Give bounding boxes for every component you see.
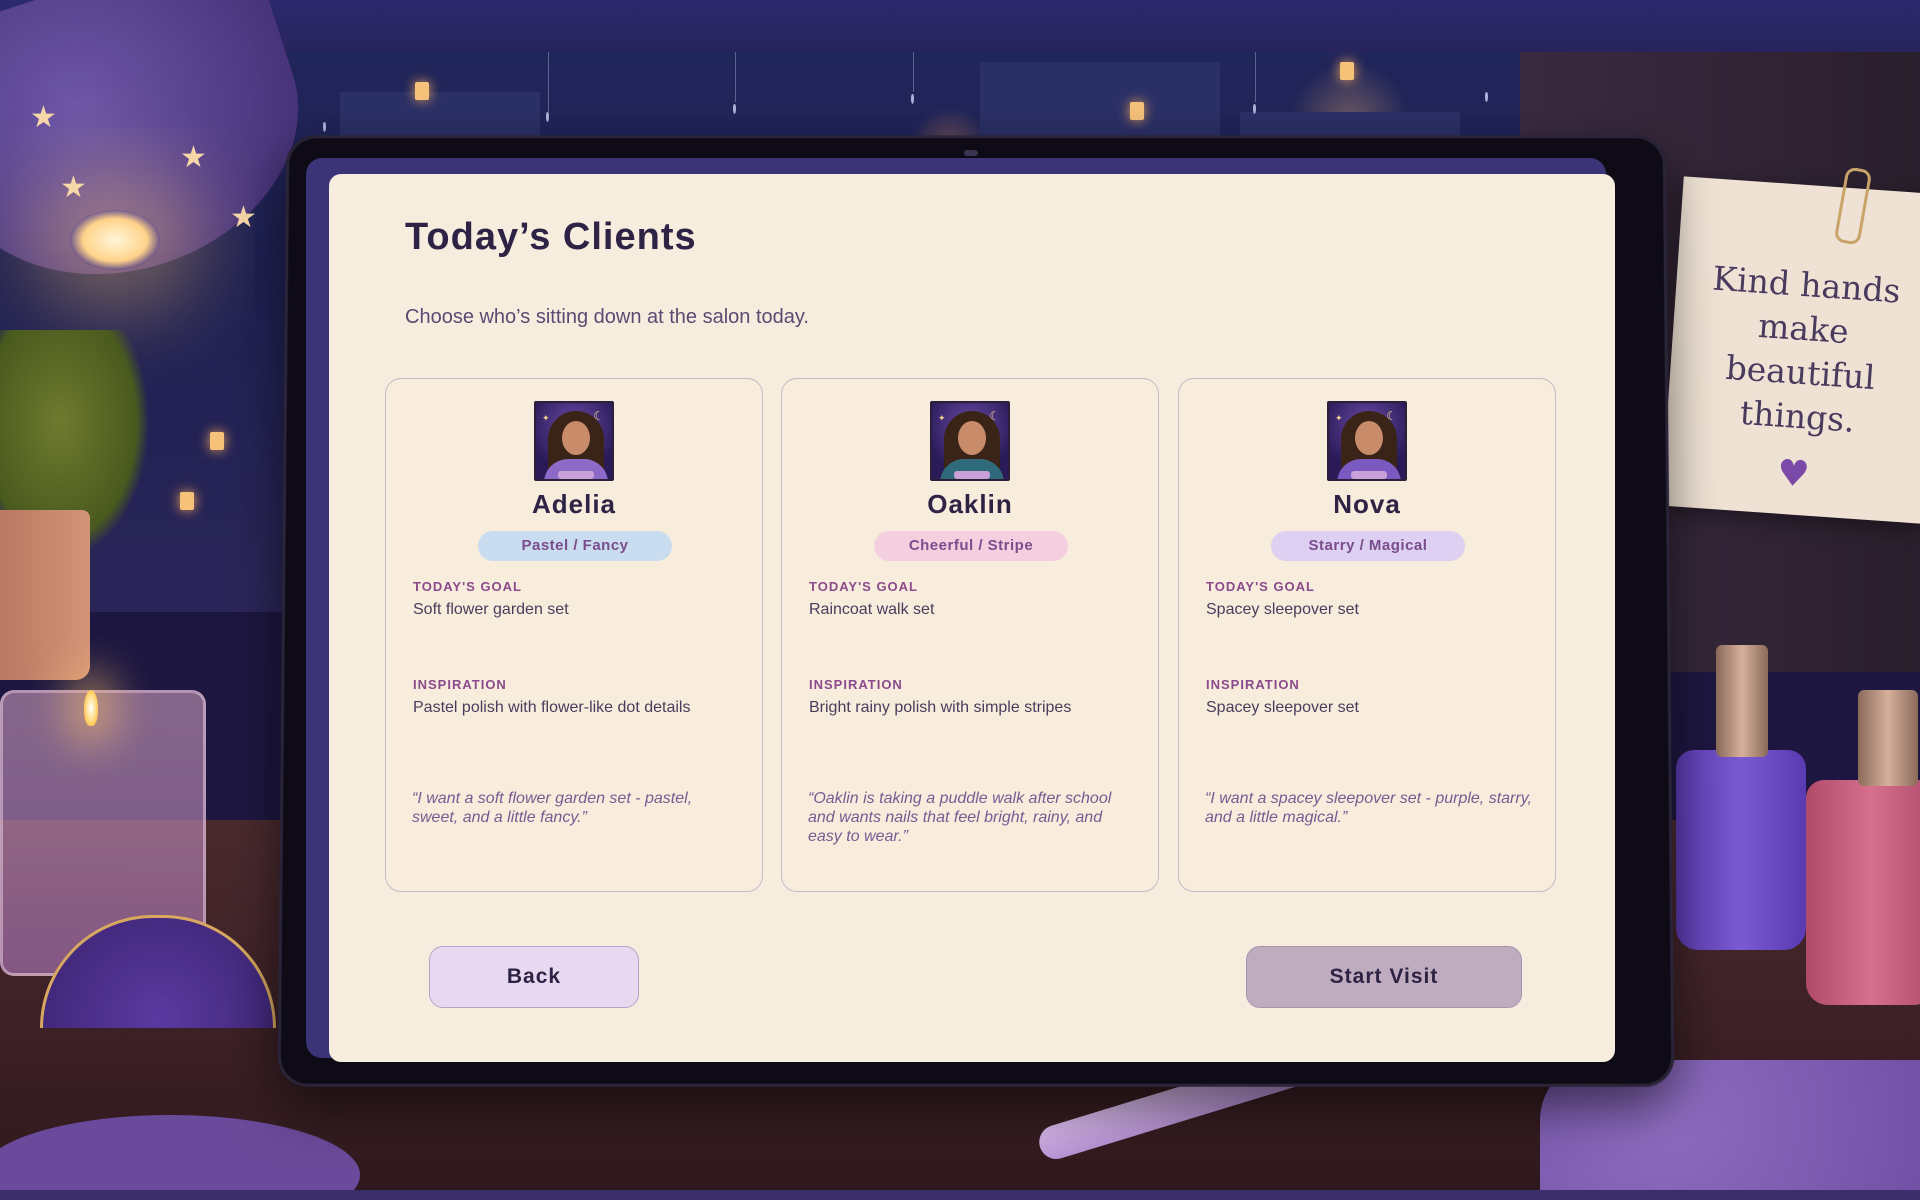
goal-value: Raincoat walk set bbox=[809, 601, 935, 618]
moon-icon: ☾ bbox=[593, 409, 604, 423]
client-quote: “I want a soft flower garden set - paste… bbox=[412, 790, 693, 826]
top-border bbox=[0, 0, 1920, 52]
raindrop bbox=[733, 104, 736, 114]
plant-pot bbox=[0, 510, 90, 680]
goal-label: TODAY'S GOAL bbox=[809, 579, 918, 594]
raindrop bbox=[546, 112, 549, 122]
sticky-note: Kind hands make beautiful things. ♥ bbox=[1660, 176, 1920, 524]
goal-label: TODAY'S GOAL bbox=[413, 579, 522, 594]
star-icon: ★ bbox=[60, 171, 87, 204]
raindrop bbox=[1485, 92, 1488, 102]
page-subtitle: Choose who’s sitting down at the salon t… bbox=[405, 306, 809, 328]
client-card-oaklin[interactable]: ☾ ✦ Oaklin Cheerful / Stripe TODAY'S GOA… bbox=[781, 378, 1159, 892]
style-tag: Pastel / Fancy bbox=[478, 531, 672, 561]
tablet-camera bbox=[964, 150, 978, 156]
bottle-cap bbox=[1858, 690, 1918, 786]
bottom-border bbox=[0, 1190, 1920, 1200]
rain-strand bbox=[913, 52, 914, 92]
style-tag: Starry / Magical bbox=[1271, 531, 1465, 561]
note-line: Kind hands bbox=[1711, 258, 1902, 311]
rain-strand bbox=[548, 52, 549, 112]
inspiration-value: Spacey sleepover set bbox=[1206, 699, 1359, 716]
client-quote: “Oaklin is taking a puddle walk after sc… bbox=[808, 790, 1112, 845]
lit-window bbox=[1340, 62, 1354, 80]
raindrop bbox=[911, 94, 914, 104]
page-title: Today’s Clients bbox=[405, 216, 697, 258]
lit-window bbox=[1130, 102, 1144, 120]
lit-window bbox=[415, 82, 429, 100]
client-name: Adelia bbox=[531, 489, 617, 519]
star-icon: ✦ bbox=[1335, 413, 1343, 423]
candle-flame bbox=[84, 690, 98, 726]
raindrop bbox=[1253, 104, 1256, 114]
client-name: Oaklin bbox=[927, 489, 1013, 519]
rain-strand bbox=[1255, 52, 1256, 102]
star-icon: ★ bbox=[180, 141, 207, 174]
heart-icon: ♥ bbox=[1775, 452, 1811, 496]
start-visit-button[interactable]: Start Visit bbox=[1246, 946, 1522, 1008]
goal-value: Soft flower garden set bbox=[413, 601, 569, 618]
note-line: things. bbox=[1738, 392, 1857, 440]
rain-strand bbox=[735, 52, 736, 102]
moon-icon: ☾ bbox=[1386, 409, 1397, 423]
star-icon: ★ bbox=[230, 201, 257, 234]
client-selection-panel: Today’s Clients Choose who’s sitting dow… bbox=[329, 174, 1615, 1062]
lit-window bbox=[180, 492, 194, 510]
moon-icon: ☾ bbox=[989, 409, 1000, 423]
inspiration-label: INSPIRATION bbox=[1206, 677, 1300, 692]
bottle-cap bbox=[1716, 645, 1768, 757]
star-icon: ✦ bbox=[938, 413, 946, 423]
client-avatar: ☾ ✦ bbox=[1327, 401, 1407, 481]
client-card-adelia[interactable]: ☾ ✦ Adelia Pastel / Fancy TODAY'S GOAL S… bbox=[385, 378, 763, 892]
star-icon: ★ bbox=[30, 101, 57, 134]
raindrop bbox=[323, 122, 326, 132]
client-quote: “I want a spacey sleepover set - purple,… bbox=[1205, 790, 1532, 826]
inspiration-label: INSPIRATION bbox=[809, 677, 903, 692]
client-avatar: ☾ ✦ bbox=[534, 401, 614, 481]
nail-polish-bottle-purple bbox=[1676, 750, 1806, 950]
note-line: make bbox=[1756, 305, 1850, 352]
goal-value: Spacey sleepover set bbox=[1206, 601, 1359, 618]
lit-window bbox=[210, 432, 224, 450]
lamp-bulb bbox=[70, 210, 160, 270]
inspiration-label: INSPIRATION bbox=[413, 677, 507, 692]
note-line: beautiful bbox=[1724, 347, 1877, 398]
style-tag: Cheerful / Stripe bbox=[874, 531, 1068, 561]
nail-polish-bottle-pink bbox=[1806, 780, 1920, 1005]
inspiration-value: Pastel polish with flower-like dot detai… bbox=[413, 699, 691, 716]
back-button[interactable]: Back bbox=[429, 946, 639, 1008]
star-icon: ✦ bbox=[542, 413, 550, 423]
client-avatar: ☾ ✦ bbox=[930, 401, 1010, 481]
goal-label: TODAY'S GOAL bbox=[1206, 579, 1315, 594]
inspiration-value: Bright rainy polish with simple stripes bbox=[809, 699, 1072, 716]
client-card-nova[interactable]: ☾ ✦ Nova Starry / Magical TODAY'S GOAL S… bbox=[1178, 378, 1556, 892]
client-name: Nova bbox=[1333, 489, 1401, 519]
tablet-screen: Today’s Clients Choose who’s sitting dow… bbox=[329, 174, 1615, 1062]
